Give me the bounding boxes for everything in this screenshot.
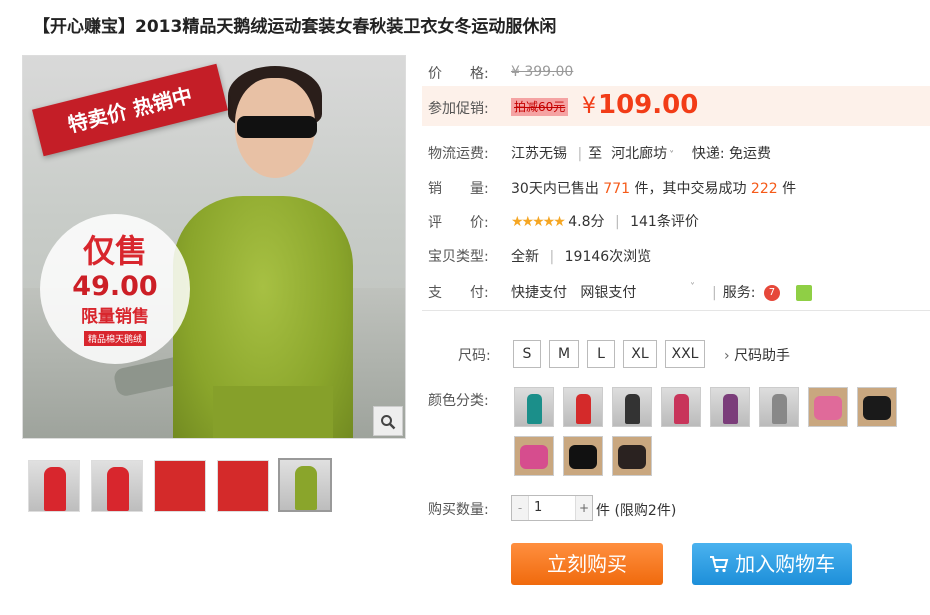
promo-amount: 109.00 bbox=[598, 90, 699, 120]
sold-count: 771 bbox=[603, 181, 631, 197]
add-to-cart-label: 加入购物车 bbox=[735, 552, 836, 576]
shipping-from: 江苏无锡 bbox=[511, 146, 567, 162]
thumbnail-5[interactable] bbox=[278, 458, 332, 512]
section-divider bbox=[422, 310, 930, 311]
thumbnail-2[interactable] bbox=[91, 460, 143, 512]
shipping-destination[interactable]: 河北廊坊 bbox=[611, 146, 667, 162]
express-fee: 快递: 免运费 bbox=[691, 146, 772, 162]
review-count[interactable]: 141条评价 bbox=[630, 214, 699, 230]
payment-chevron-down-icon[interactable]: ˅ bbox=[690, 282, 695, 293]
price-badge-line4: 精品棉天鹅绒 bbox=[83, 331, 146, 346]
price-badge-line1: 仅售 bbox=[82, 232, 147, 270]
chevron-down-icon[interactable]: ˅ bbox=[669, 150, 674, 161]
payment-label: 支 付: bbox=[428, 285, 489, 301]
guarantee-icon[interactable] bbox=[796, 285, 813, 301]
color-swatch-black-3[interactable] bbox=[563, 436, 603, 476]
image-model-sunglasses bbox=[237, 116, 317, 138]
sales-label: 销 量: bbox=[428, 181, 489, 197]
payment-method-1: 快捷支付 bbox=[511, 285, 567, 301]
quantity-decrease-button[interactable]: - bbox=[512, 496, 529, 520]
color-swatch-red[interactable] bbox=[563, 387, 603, 427]
quantity-limit: (限购2件) bbox=[614, 503, 677, 519]
color-swatch-magenta[interactable] bbox=[514, 436, 554, 476]
buy-now-button[interactable]: 立刻购买 bbox=[511, 543, 663, 585]
color-swatch-black-2[interactable] bbox=[857, 387, 897, 427]
size-option-s[interactable]: S bbox=[513, 340, 541, 368]
promo-price: ¥109.00 bbox=[582, 90, 698, 120]
quantity-input[interactable]: 1 bbox=[534, 496, 542, 520]
sales-prefix: 30天内已售出 bbox=[511, 181, 599, 197]
product-title: 【开心赚宝】2013精品天鹅绒运动套装女春秋装卫衣女冬运动服休闲 bbox=[33, 17, 557, 37]
color-swatch-purple[interactable] bbox=[710, 387, 750, 427]
rating-label: 评 价: bbox=[428, 215, 489, 231]
color-swatch-black[interactable] bbox=[612, 387, 652, 427]
sales-info: 30天内已售出 771 件，其中交易成功 222 件 bbox=[511, 178, 796, 198]
quantity-unit: 件 bbox=[596, 503, 610, 519]
main-product-image[interactable]: 特卖价 热销中 仅售 49.00 限量销售 精品棉天鹅绒 bbox=[22, 55, 406, 439]
condition-divider: | bbox=[549, 249, 555, 265]
image-model-pants bbox=[213, 386, 333, 438]
size-helper-link[interactable]: › 尺码助手 bbox=[724, 345, 790, 365]
color-swatch-gray[interactable] bbox=[759, 387, 799, 427]
quantity-label: 购买数量: bbox=[428, 502, 489, 518]
color-label: 颜色分类: bbox=[428, 393, 489, 409]
view-count: 19146次浏览 bbox=[564, 249, 652, 265]
size-label: 尺码: bbox=[458, 348, 491, 364]
condition-type: 全新 bbox=[511, 249, 539, 265]
color-swatch-pink[interactable] bbox=[808, 387, 848, 427]
size-option-xxl[interactable]: XXL bbox=[665, 340, 705, 368]
size-option-l[interactable]: L bbox=[587, 340, 615, 368]
zoom-icon[interactable] bbox=[373, 406, 403, 436]
sales-suffix: 件 bbox=[782, 181, 797, 197]
service-divider: | bbox=[712, 285, 717, 301]
condition-label: 宝贝类型: bbox=[428, 249, 489, 265]
price-badge-line3: 限量销售 bbox=[81, 307, 149, 327]
promo-label: 参加促销: bbox=[428, 101, 489, 117]
cart-icon bbox=[709, 552, 735, 576]
shipping-separator: 至 bbox=[588, 146, 603, 162]
color-swatch-teal[interactable] bbox=[514, 387, 554, 427]
payment-method-2: 网银支付 bbox=[580, 285, 637, 301]
condition-info: 全新 | 19146次浏览 bbox=[511, 246, 651, 266]
quantity-unit-info: 件 (限购2件) bbox=[596, 500, 676, 520]
price-badge: 仅售 49.00 限量销售 精品棉天鹅绒 bbox=[40, 214, 190, 364]
shipping-divider: | bbox=[577, 146, 583, 162]
size-helper-text: 尺码助手 bbox=[734, 348, 791, 364]
thumbnail-3[interactable] bbox=[154, 460, 206, 512]
price-label: 价 格: bbox=[428, 66, 489, 82]
service-label: 服务: bbox=[722, 285, 756, 301]
add-to-cart-button[interactable]: 加入购物车 bbox=[692, 543, 852, 585]
rating-score: 4.8分 bbox=[568, 214, 605, 230]
rating-divider: | bbox=[614, 214, 620, 230]
color-swatch-dark-brown[interactable] bbox=[612, 436, 652, 476]
service-info: | 服务: 7 bbox=[712, 282, 813, 302]
size-option-xl[interactable]: XL bbox=[623, 340, 657, 368]
sale-ribbon: 特卖价 热销中 bbox=[32, 63, 228, 157]
quantity-stepper: - 1 + bbox=[511, 495, 593, 521]
chevron-right-icon: › bbox=[724, 348, 730, 364]
original-price: ¥ 399.00 bbox=[511, 64, 574, 80]
sales-middle: 件，其中交易成功 bbox=[634, 181, 747, 197]
rating-stars-icon: ★★★★★ bbox=[511, 214, 566, 230]
color-swatch-rose[interactable] bbox=[661, 387, 701, 427]
rating-info: ★★★★★ 4.8分 | 141条评价 bbox=[511, 211, 699, 231]
shipping-label: 物流运费: bbox=[428, 146, 489, 162]
promo-tag: 拍减60元 bbox=[511, 98, 569, 116]
shipping-info: 江苏无锡 | 至 河北廊坊 ˅ 快递: 免运费 bbox=[511, 143, 771, 163]
payment-info: 快捷支付 网银支付 bbox=[511, 282, 636, 302]
quantity-increase-button[interactable]: + bbox=[575, 496, 592, 520]
promo-currency: ¥ bbox=[582, 94, 596, 119]
thumbnail-4[interactable] bbox=[217, 460, 269, 512]
price-badge-price: 49.00 bbox=[72, 271, 158, 302]
size-option-m[interactable]: M bbox=[549, 340, 579, 368]
seven-day-return-icon[interactable]: 7 bbox=[763, 285, 780, 301]
success-count: 222 bbox=[750, 181, 778, 197]
thumbnail-1[interactable] bbox=[28, 460, 80, 512]
